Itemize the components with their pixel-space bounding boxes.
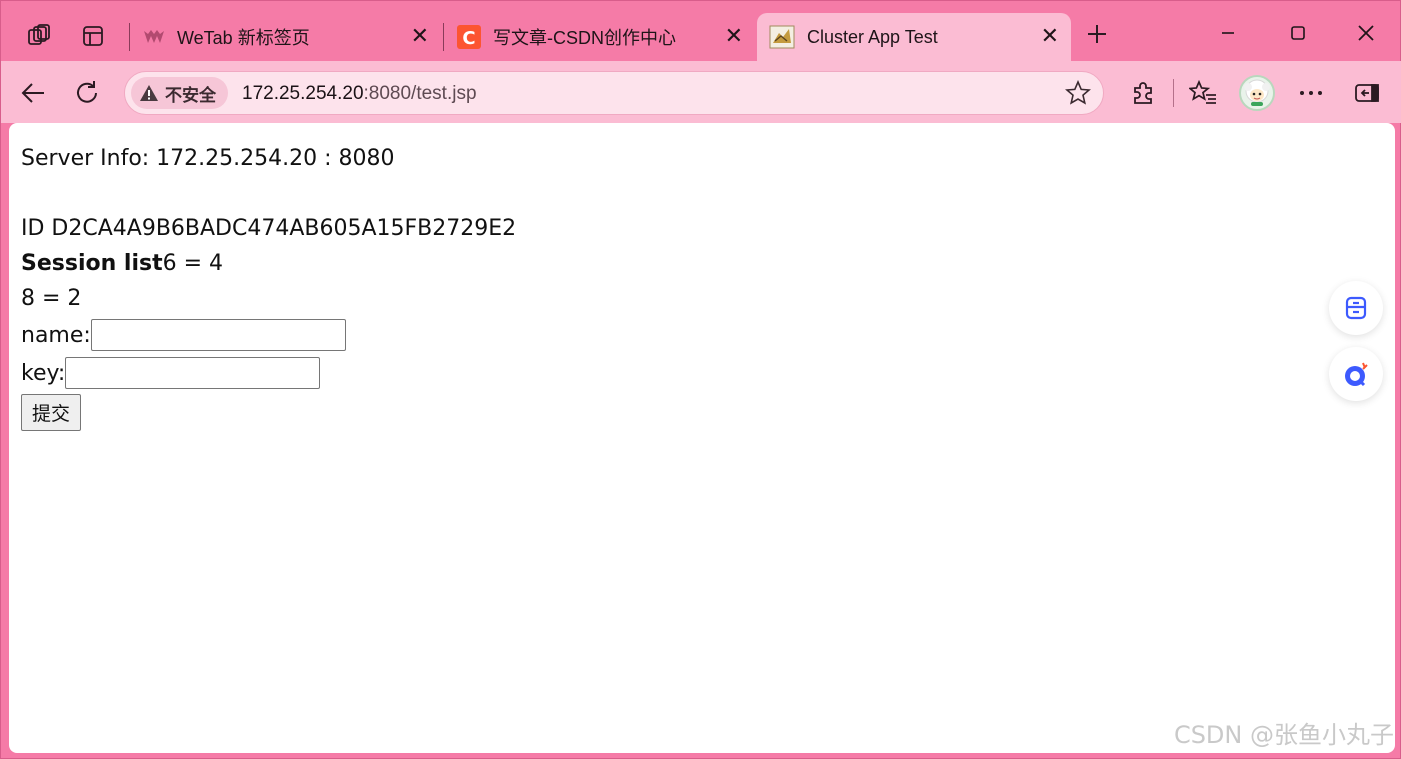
chat-assistant-icon [1345, 362, 1368, 387]
favorites-list-icon [1189, 80, 1216, 104]
svg-text:C: C [462, 28, 475, 49]
session-item: 8 = 2 [21, 286, 82, 311]
close-window-button[interactable] [1343, 15, 1389, 51]
server-info: Server Info: 172.25.254.20 : 8080 [21, 146, 395, 171]
workspaces-button[interactable] [21, 19, 57, 53]
name-label: name: [21, 322, 91, 348]
web-content: Server Info: 172.25.254.20 : 8080 ID D2C… [9, 123, 1395, 753]
more-horizontal-icon [1300, 91, 1322, 95]
address-bar[interactable]: 不安全 172.25.254.20:8080/test.jsp [124, 71, 1104, 115]
site-security-chip[interactable]: 不安全 [131, 77, 228, 109]
tab-separator [443, 23, 444, 51]
session-list: Session list 6 = 4 [21, 246, 516, 281]
submit-row: 提交 [21, 392, 516, 431]
session-list-label: Session list [21, 251, 163, 276]
warning-icon [140, 85, 158, 101]
close-tab-icon[interactable]: ✕ [411, 25, 429, 47]
wetab-logo-icon [144, 30, 164, 43]
tab-title: 写文章-CSDN创作中心 [493, 28, 676, 48]
key-row: key: [21, 354, 516, 392]
back-button[interactable] [15, 75, 51, 111]
reload-icon [77, 81, 97, 103]
reload-button[interactable] [69, 75, 105, 111]
star-icon [1065, 79, 1091, 105]
favorites-button[interactable] [1185, 75, 1221, 111]
submit-button[interactable]: 提交 [21, 394, 82, 431]
test-jsp-page: Server Info: 172.25.254.20 : 8080 ID D2C… [21, 141, 516, 431]
profile-avatar[interactable] [1239, 75, 1275, 111]
sidebar-toggle-button[interactable] [1349, 75, 1385, 111]
toolbox-icon [1345, 296, 1367, 320]
sidebar-icon [1355, 84, 1379, 102]
tab-actions-icon [83, 26, 103, 46]
sheep-avatar-icon [1244, 79, 1270, 106]
csdn-logo-icon: C [457, 25, 481, 49]
security-label: 不安全 [165, 85, 216, 105]
toolbar-separator [1173, 79, 1174, 107]
browser-window: WeTab 新标签页 ✕ C 写文章-CSDN创作中心 ✕ Cluster Ap… [0, 0, 1401, 759]
tab-csdn[interactable]: C 写文章-CSDN创作中心 ✕ [445, 13, 755, 61]
url-host: 172.25.254.20 [242, 83, 364, 104]
csdn-watermark: CSDN @张鱼小丸子 [1173, 721, 1394, 749]
new-tab-button[interactable] [1079, 17, 1115, 51]
tab-wetab[interactable]: WeTab 新标签页 ✕ [131, 13, 441, 61]
session-item: 6 = 4 [162, 251, 224, 276]
minimize-icon [1222, 32, 1234, 34]
key-input[interactable] [65, 357, 321, 389]
name-input[interactable] [90, 319, 346, 351]
url-text[interactable]: 172.25.254.20:8080/test.jsp [242, 83, 477, 105]
close-tab-icon[interactable]: ✕ [1041, 25, 1059, 47]
session-id: ID D2CA4A9B6BADC474AB605A15FB2729E2 [21, 216, 517, 241]
tab-cluster-app-test[interactable]: Cluster App Test ✕ [757, 13, 1071, 61]
vertical-tabs-button[interactable] [75, 19, 111, 53]
key-label: key: [21, 360, 66, 386]
floating-toolbox-button[interactable] [1329, 281, 1383, 335]
maximize-icon [1291, 26, 1305, 40]
close-icon [1358, 25, 1374, 41]
tab-separator [129, 23, 130, 51]
name-row: name: [21, 316, 516, 354]
back-arrow-icon [21, 83, 44, 103]
workspaces-icon [28, 24, 50, 45]
floating-assistant-button[interactable] [1329, 347, 1383, 401]
tab-title: Cluster App Test [807, 26, 938, 47]
extensions-button[interactable] [1125, 75, 1161, 111]
cluster-app-favicon-icon [769, 25, 795, 49]
favorite-button[interactable] [1065, 79, 1091, 111]
puzzle-icon [1134, 82, 1152, 104]
maximize-button[interactable] [1275, 15, 1321, 51]
minimize-button[interactable] [1205, 15, 1251, 51]
tab-strip: WeTab 新标签页 ✕ C 写文章-CSDN创作中心 ✕ Cluster Ap… [1, 1, 1401, 63]
tab-title: WeTab 新标签页 [177, 28, 310, 48]
url-path: :8080/test.jsp [363, 83, 477, 104]
more-menu-button[interactable] [1293, 75, 1329, 111]
close-tab-icon[interactable]: ✕ [725, 25, 743, 47]
plus-icon [1088, 25, 1106, 43]
